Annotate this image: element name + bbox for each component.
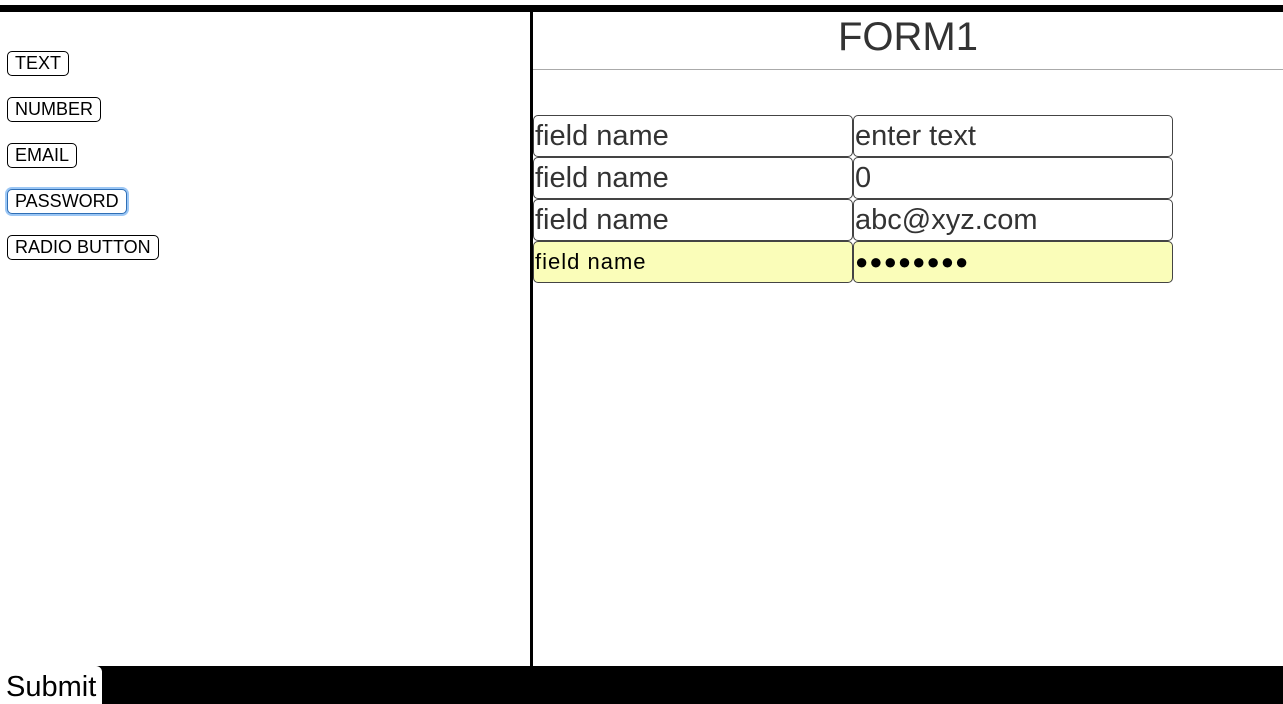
add-radio-button-field-button[interactable]: RADIO BUTTON — [7, 235, 159, 260]
add-text-field-button[interactable]: TEXT — [7, 51, 70, 76]
submit-button[interactable]: Submit — [0, 666, 103, 704]
palette-item: PASSWORD — [7, 189, 159, 235]
field-value-input[interactable] — [853, 199, 1173, 241]
form-row — [533, 241, 1173, 283]
form-row — [533, 115, 1173, 157]
palette-item: TEXT — [7, 51, 159, 97]
field-name-input[interactable] — [533, 157, 853, 199]
field-value-input[interactable] — [853, 115, 1173, 157]
field-type-palette: TEXT NUMBER EMAIL PASSWORD RADIO BUTTON — [7, 51, 159, 281]
field-name-input[interactable] — [533, 199, 853, 241]
add-email-field-button[interactable]: EMAIL — [7, 143, 78, 168]
form-row — [533, 157, 1173, 199]
add-number-field-button[interactable]: NUMBER — [7, 97, 102, 122]
field-value-input[interactable] — [853, 157, 1173, 199]
top-border — [0, 5, 1283, 12]
form-builder-app: TEXT NUMBER EMAIL PASSWORD RADIO BUTTON … — [0, 0, 1283, 704]
field-name-input[interactable] — [533, 115, 853, 157]
add-password-field-button[interactable]: PASSWORD — [7, 189, 127, 214]
field-name-input[interactable] — [533, 241, 853, 283]
form-title: FORM1 — [533, 12, 1283, 70]
form-row — [533, 199, 1173, 241]
palette-item: NUMBER — [7, 97, 159, 143]
password-value-input[interactable] — [853, 241, 1173, 283]
footer-bar: Submit — [0, 666, 1283, 704]
form-fields — [533, 115, 1173, 283]
palette-item: EMAIL — [7, 143, 159, 189]
field-palette-panel: TEXT NUMBER EMAIL PASSWORD RADIO BUTTON — [0, 12, 530, 666]
form-preview-panel: FORM1 — [533, 12, 1283, 666]
palette-item: RADIO BUTTON — [7, 235, 159, 281]
